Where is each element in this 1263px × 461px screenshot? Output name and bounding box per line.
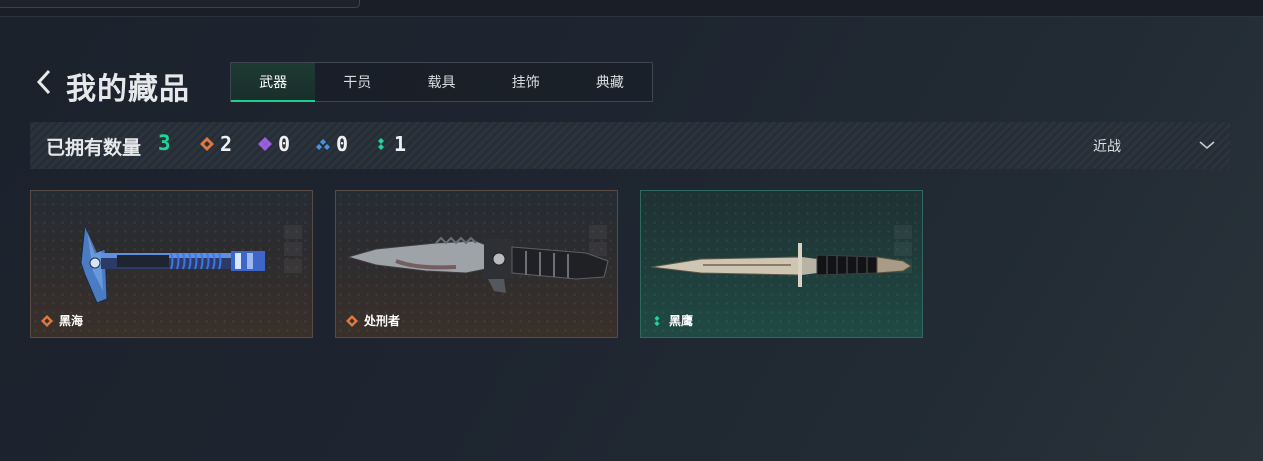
rarity-stat-orange: 2	[200, 132, 232, 156]
green-rarity-icon	[378, 138, 384, 150]
item-card-black-sea[interactable]: 黑海	[30, 190, 313, 338]
category-tabs: 武器 干员 载具 挂饰 典藏	[230, 62, 653, 102]
item-name-row: 黑鹰	[651, 312, 693, 329]
owned-count-label: 已拥有数量	[46, 137, 142, 159]
chevron-left-icon	[36, 69, 51, 95]
owned-stats-bar: 已拥有数量 3 2 0 0 1 近战	[30, 122, 1230, 169]
rarity-count: 2	[220, 132, 233, 156]
page-title: 我的藏品	[66, 72, 190, 107]
item-name: 黑海	[59, 314, 84, 328]
rarity-stat-purple: 0	[258, 132, 290, 156]
rarity-stat-blue: 0	[316, 132, 348, 156]
item-card-executioner[interactable]: 处刑者	[335, 190, 618, 338]
chevron-down-icon[interactable]	[1198, 138, 1216, 152]
rarity-stat-green: 1	[374, 132, 406, 156]
rarity-count: 0	[278, 132, 291, 156]
orange-rarity-icon	[346, 314, 358, 327]
item-name-row: 黑海	[41, 312, 83, 329]
item-name: 黑鹰	[669, 314, 694, 328]
item-card-black-hawk[interactable]: 黑鹰	[640, 190, 923, 338]
weapon-type-filter[interactable]: 近战	[1093, 136, 1121, 156]
tab-operators[interactable]: 干员	[315, 63, 399, 101]
tab-collection[interactable]: 典藏	[568, 63, 652, 101]
orange-rarity-icon	[41, 314, 53, 327]
back-button[interactable]	[34, 68, 56, 96]
owned-count-value: 3	[158, 131, 171, 155]
tab-charms[interactable]: 挂饰	[484, 63, 568, 101]
top-bar	[0, 0, 1263, 17]
green-rarity-icon	[654, 315, 660, 326]
blue-rarity-icon	[316, 139, 330, 150]
tab-weapons[interactable]: 武器	[231, 63, 316, 102]
rarity-count: 0	[336, 132, 349, 156]
item-name-row: 处刑者	[346, 312, 400, 329]
purple-rarity-icon	[258, 137, 272, 151]
orange-rarity-icon	[200, 137, 214, 151]
tab-vehicles[interactable]: 载具	[399, 63, 483, 101]
top-input-field[interactable]	[0, 0, 360, 8]
item-name: 处刑者	[364, 314, 401, 328]
rarity-count: 1	[394, 132, 407, 156]
